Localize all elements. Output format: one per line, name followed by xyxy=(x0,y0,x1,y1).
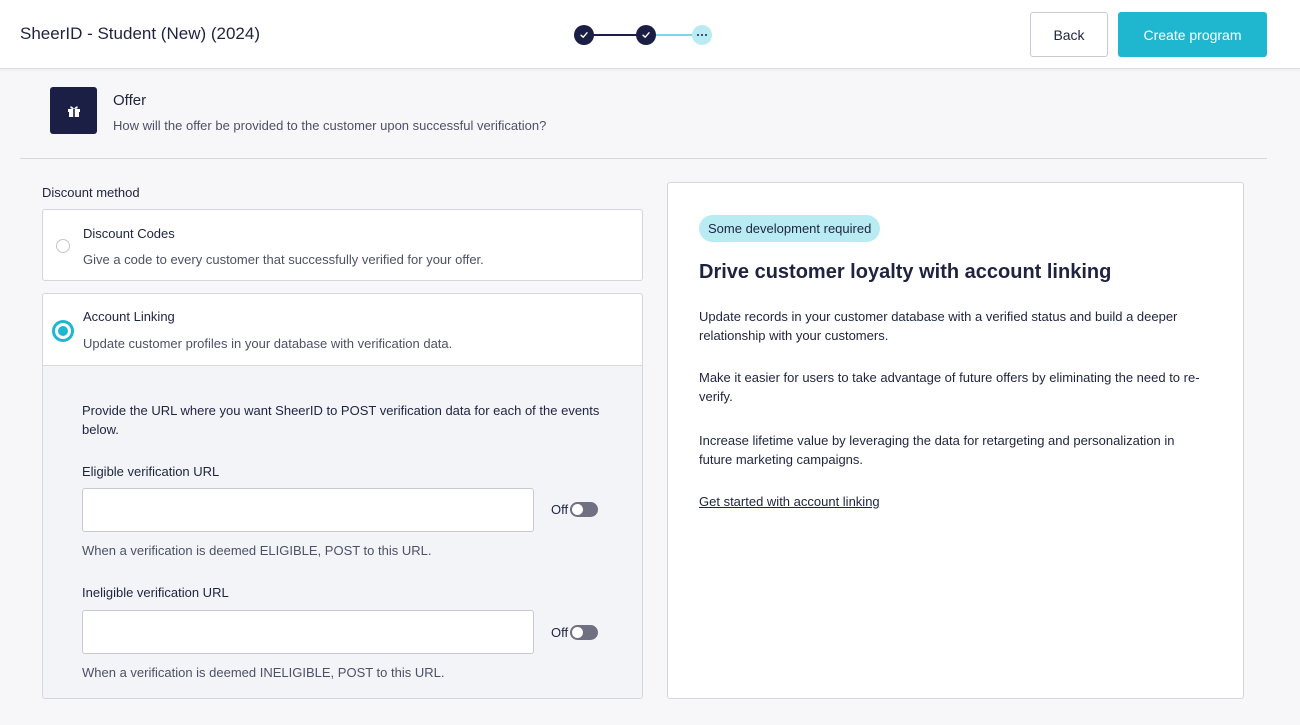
progress-stepper xyxy=(574,25,714,45)
eligible-toggle-group: Off xyxy=(551,502,599,517)
eligible-toggle-label: Off xyxy=(551,502,569,517)
step-2-complete[interactable] xyxy=(636,25,656,45)
section-title: Offer xyxy=(113,92,147,109)
step-1-complete[interactable] xyxy=(574,25,594,45)
eligible-url-input[interactable] xyxy=(82,488,534,532)
info-heading: Drive customer loyalty with account link… xyxy=(699,261,1112,283)
option-account-linking[interactable]: Account Linking Update customer profiles… xyxy=(42,293,643,699)
ineligible-toggle-group: Off xyxy=(551,625,599,640)
check-icon xyxy=(580,32,588,38)
eligible-url-help: When a verification is deemed ELIGIBLE, … xyxy=(82,543,432,558)
account-linking-settings: Provide the URL where you want SheerID t… xyxy=(43,365,642,698)
account-linking-radio[interactable] xyxy=(52,320,74,342)
development-badge: Some development required xyxy=(699,215,881,242)
discount-method-label: Discount method xyxy=(42,185,140,200)
back-button[interactable]: Back xyxy=(1030,12,1108,57)
option-title: Account Linking xyxy=(83,309,175,324)
eligible-url-label: Eligible verification URL xyxy=(82,464,220,479)
eligible-toggle-switch[interactable] xyxy=(570,502,599,517)
account-linking-intro: Provide the URL where you want SheerID t… xyxy=(82,403,600,437)
top-bar: SheerID - Student (New) (2024) Back Crea… xyxy=(0,0,1300,69)
option-title: Discount Codes xyxy=(83,226,175,241)
discount-codes-radio[interactable] xyxy=(56,239,70,253)
create-program-button[interactable]: Create program xyxy=(1118,12,1267,57)
option-discount-codes[interactable]: Discount Codes Give a code to every cust… xyxy=(42,209,643,281)
gift-icon xyxy=(67,105,80,117)
option-description: Give a code to every customer that succe… xyxy=(83,252,484,267)
ineligible-url-input[interactable] xyxy=(82,610,534,654)
info-paragraph: Make it easier for users to take advanta… xyxy=(699,370,1200,404)
ineligible-toggle-label: Off xyxy=(551,625,569,640)
option-description: Update customer profiles in your databas… xyxy=(83,336,453,351)
section-description: How will the offer be provided to the cu… xyxy=(113,118,547,133)
account-linking-info-panel: Some development required Drive customer… xyxy=(667,182,1244,699)
ineligible-url-help: When a verification is deemed INELIGIBLE… xyxy=(82,665,445,680)
get-started-link[interactable]: Get started with account linking xyxy=(699,494,880,509)
step-3-current[interactable] xyxy=(692,25,712,45)
program-title: SheerID - Student (New) (2024) xyxy=(20,24,260,43)
ellipsis-icon xyxy=(697,34,707,36)
section-divider xyxy=(20,158,1267,159)
ineligible-toggle-switch[interactable] xyxy=(570,625,599,640)
info-paragraph: Increase lifetime value by leveraging th… xyxy=(699,433,1175,467)
ineligible-url-label: Ineligible verification URL xyxy=(82,585,229,600)
offer-section-icon xyxy=(50,87,97,134)
info-paragraph: Update records in your customer database… xyxy=(699,309,1178,343)
check-icon xyxy=(642,32,650,38)
